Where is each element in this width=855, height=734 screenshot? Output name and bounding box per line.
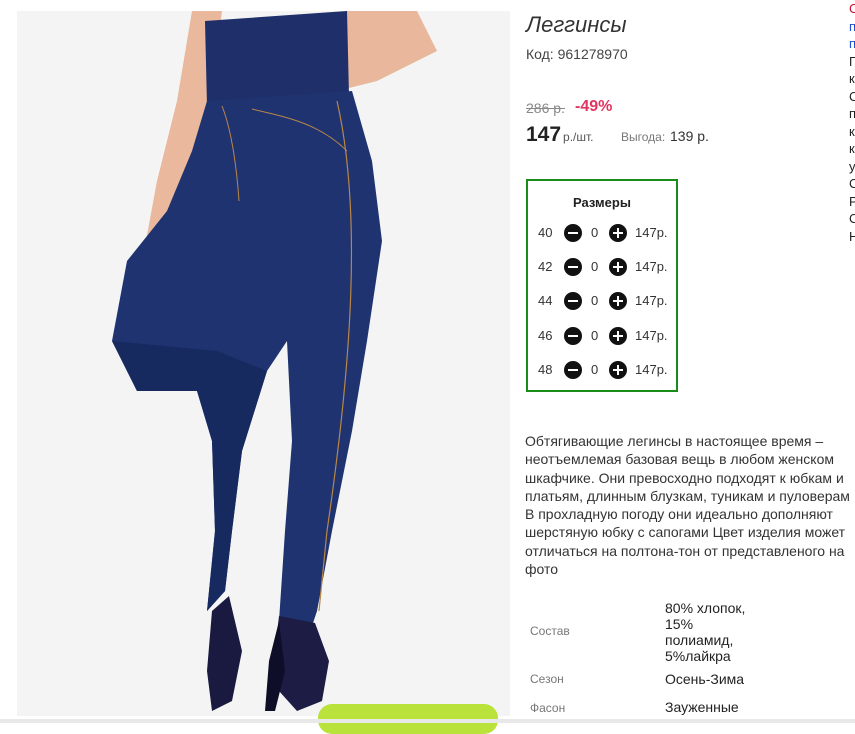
size-price: 147р. bbox=[635, 328, 668, 343]
size-label: 48 bbox=[538, 362, 553, 377]
savings-value: 139 р. bbox=[670, 128, 709, 144]
size-quantity: 0 bbox=[591, 362, 599, 377]
plus-icon[interactable] bbox=[609, 258, 627, 276]
spec-value-style: Зауженные bbox=[665, 699, 739, 715]
sidebar-text: к bbox=[849, 141, 855, 156]
discount-badge: -49% bbox=[575, 98, 613, 115]
size-price: 147р. bbox=[635, 259, 668, 274]
size-label: 40 bbox=[538, 225, 553, 240]
spec-value-season: Осень-Зима bbox=[665, 671, 745, 687]
sidebar-text: С bbox=[849, 88, 855, 104]
description-line: шкафчике. Они превосходно подходят к юбк… bbox=[525, 469, 844, 486]
size-price: 147р. bbox=[635, 293, 668, 308]
plus-icon[interactable] bbox=[609, 292, 627, 310]
price-value: 147 bbox=[526, 123, 562, 146]
minus-icon[interactable] bbox=[564, 327, 582, 345]
current-price: 147 р./шт. bbox=[526, 123, 594, 147]
description-line: В прохладную погоду они идеально дополня… bbox=[525, 506, 833, 523]
size-label: 46 bbox=[538, 328, 553, 343]
sidebar-text: Н bbox=[849, 228, 855, 244]
product-code: Код: 961278970 bbox=[526, 46, 628, 62]
minus-icon[interactable] bbox=[564, 361, 582, 379]
size-price: 147р. bbox=[635, 362, 668, 377]
sidebar-link[interactable]: п bbox=[849, 18, 855, 36]
product-description: Обтягивающие легинсы в настоящее время –… bbox=[525, 432, 855, 578]
old-price: 286 р. bbox=[526, 100, 565, 116]
product-title: Леггинсы bbox=[526, 12, 627, 37]
description-line: фото bbox=[525, 561, 559, 578]
sidebar-text: к bbox=[849, 123, 855, 139]
size-row: 44 0 147р. bbox=[538, 291, 678, 311]
description-line: шерстяную юбку с сапогами Цвет изделия м… bbox=[525, 524, 846, 541]
description-line: неотъемлемая базовая вещь в любом женско… bbox=[525, 451, 834, 468]
sidebar-text: к bbox=[849, 71, 855, 86]
sidebar-link[interactable]: п bbox=[849, 35, 855, 53]
size-price: 147р. bbox=[635, 225, 668, 240]
price-unit: р./шт. bbox=[563, 130, 594, 144]
size-label: 44 bbox=[538, 293, 553, 308]
size-row: 46 0 147р. bbox=[538, 326, 678, 346]
spec-label-style: Фасон bbox=[530, 701, 566, 715]
sidebar-text: П bbox=[849, 53, 855, 69]
plus-icon[interactable] bbox=[609, 224, 627, 242]
description-line: отличаться на полтона-тон от представлен… bbox=[525, 542, 845, 559]
minus-icon[interactable] bbox=[564, 292, 582, 310]
description-line: Обтягивающие легинсы в настоящее время – bbox=[525, 433, 824, 449]
right-sidebar-clipped: С п п П к С п к к у С Р С Н bbox=[849, 0, 855, 245]
spec-value-line: 80% хлопок, bbox=[665, 600, 746, 616]
sidebar-text: С bbox=[849, 211, 855, 226]
sidebar-text: п bbox=[849, 106, 855, 121]
plus-icon[interactable] bbox=[609, 361, 627, 379]
horizontal-scrollbar[interactable] bbox=[0, 719, 855, 723]
product-image[interactable] bbox=[17, 11, 510, 716]
size-quantity: 0 bbox=[591, 225, 599, 240]
size-quantity: 0 bbox=[591, 328, 599, 343]
spec-value-line: полиамид, bbox=[665, 632, 734, 648]
sidebar-link[interactable]: С bbox=[849, 0, 855, 18]
spec-value-line: 5%лайкра bbox=[665, 648, 731, 664]
size-quantity: 0 bbox=[591, 293, 599, 308]
spec-value-line: 15% bbox=[665, 616, 694, 632]
leggings-photo-icon bbox=[17, 11, 510, 716]
sidebar-text: у bbox=[849, 158, 855, 174]
description-line: платьям, длинным блузкам, туникам и пуло… bbox=[525, 487, 850, 504]
sidebar-text: С bbox=[849, 176, 855, 191]
size-row: 42 0 147р. bbox=[538, 257, 678, 277]
sidebar-text: Р bbox=[849, 193, 855, 209]
spec-label-season: Сезон bbox=[530, 672, 564, 686]
sizes-panel: Размеры 40 0 147р. 42 0 147р. 44 0 147р.… bbox=[526, 179, 678, 392]
size-row: 40 0 147р. bbox=[538, 223, 678, 243]
plus-icon[interactable] bbox=[609, 327, 627, 345]
sizes-title: Размеры bbox=[573, 195, 631, 210]
size-quantity: 0 bbox=[591, 259, 599, 274]
spec-value-composition: 80% хлопок, 15% полиамид, 5%лайкра bbox=[665, 600, 745, 664]
savings-label: Выгода: bbox=[621, 130, 666, 144]
size-row: 48 0 147р. bbox=[538, 360, 678, 380]
size-label: 42 bbox=[538, 259, 553, 274]
spec-label-composition: Состав bbox=[530, 624, 570, 638]
minus-icon[interactable] bbox=[564, 258, 582, 276]
minus-icon[interactable] bbox=[564, 224, 582, 242]
